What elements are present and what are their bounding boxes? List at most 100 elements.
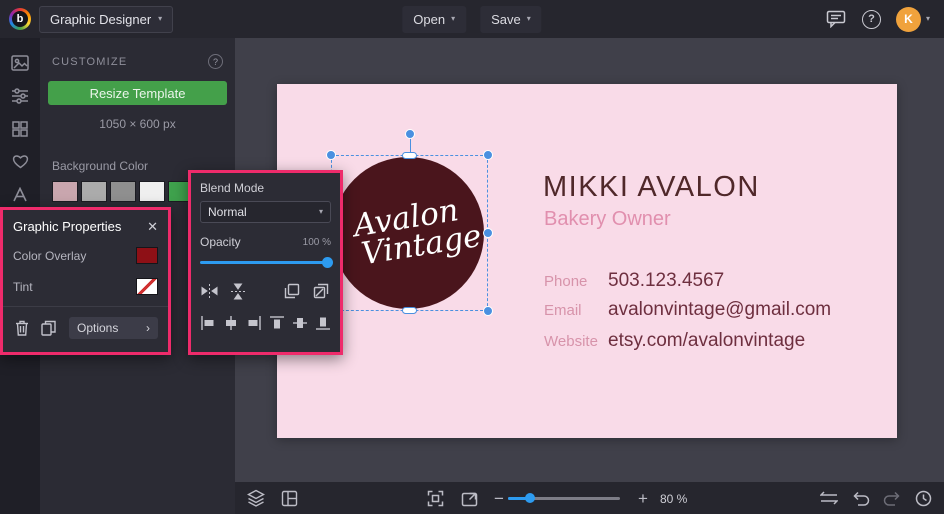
rail-item-templates[interactable] xyxy=(0,112,40,145)
color-overlay-label: Color Overlay xyxy=(13,248,87,263)
zoom-level-label: 80 % xyxy=(660,492,688,506)
customize-title: CUSTOMIZE xyxy=(52,55,128,68)
transform-icon-row xyxy=(200,282,331,300)
align-middle-vertical-icon[interactable] xyxy=(292,314,308,332)
zoom-slider[interactable] xyxy=(508,493,620,503)
options-label: Options xyxy=(77,321,119,335)
account-menu[interactable]: K ▾ xyxy=(895,6,930,32)
fullscreen-preview-icon[interactable] xyxy=(460,489,478,507)
card-role-text[interactable]: Bakery Owner xyxy=(544,208,671,231)
chevron-down-icon: ▾ xyxy=(158,14,163,23)
compare-swap-icon[interactable] xyxy=(820,489,838,507)
business-card-artboard[interactable]: Avalon Vintage MIKKI AVALON Bakery Owner… xyxy=(277,84,897,438)
delete-icon[interactable] xyxy=(13,319,31,337)
slider-thumb[interactable] xyxy=(525,493,535,503)
color-swatch[interactable] xyxy=(139,181,165,202)
blend-mode-label: Blend Mode xyxy=(200,181,265,195)
contact-label: Website xyxy=(544,333,598,350)
canvas-grid-icon[interactable] xyxy=(280,489,298,507)
align-icon-row xyxy=(200,314,331,332)
align-left-icon[interactable] xyxy=(200,314,216,332)
resize-handle-bottom-right[interactable] xyxy=(483,306,493,316)
close-icon[interactable]: ✕ xyxy=(147,220,158,233)
color-swatch[interactable] xyxy=(81,181,107,202)
align-bottom-icon[interactable] xyxy=(315,314,331,332)
topbar-center: Open ▾ Save ▾ xyxy=(402,0,542,38)
send-backward-icon[interactable] xyxy=(312,282,330,300)
resize-handle-top-right[interactable] xyxy=(483,150,493,160)
opacity-slider[interactable] xyxy=(200,257,333,268)
contact-value: 503.123.4567 xyxy=(608,270,725,291)
opacity-value: 100 % xyxy=(302,236,331,248)
graphic-properties-header: Graphic Properties ✕ xyxy=(3,210,168,240)
topbar-left: b Graphic Designer ▾ xyxy=(0,5,174,33)
app-window: b Graphic Designer ▾ Open ▾ Save ▾ ? K ▾… xyxy=(0,0,944,514)
align-top-icon[interactable] xyxy=(269,314,285,332)
help-icon[interactable]: ? xyxy=(861,9,881,29)
chevron-down-icon: ▾ xyxy=(451,14,456,23)
graphic-properties-panel: Graphic Properties ✕ Color Overlay Tint xyxy=(0,207,171,355)
save-button[interactable]: Save ▾ xyxy=(480,5,542,33)
chevron-down-icon: ▾ xyxy=(526,14,531,23)
resize-handle-bottom-center[interactable] xyxy=(401,307,417,314)
fit-to-screen-icon[interactable] xyxy=(426,489,444,507)
open-button[interactable]: Open ▾ xyxy=(402,5,467,33)
resize-handle-top-left[interactable] xyxy=(326,150,336,160)
zoom-out-button[interactable]: − xyxy=(490,489,508,507)
feedback-chat-icon[interactable] xyxy=(825,8,847,30)
divider xyxy=(3,306,168,307)
opacity-row: Opacity 100 % xyxy=(200,235,331,249)
color-swatch[interactable] xyxy=(110,181,136,202)
flip-vertical-icon[interactable] xyxy=(229,282,247,300)
brand-letter: b xyxy=(12,11,28,27)
zoom-in-button[interactable]: + xyxy=(634,489,652,507)
layers-icon[interactable] xyxy=(247,489,265,507)
topbar-right: ? K ▾ xyxy=(825,6,944,32)
flip-horizontal-icon[interactable] xyxy=(200,282,218,300)
contact-value: etsy.com/avalonvintage xyxy=(608,330,806,351)
undo-icon[interactable] xyxy=(852,489,870,507)
customize-header: CUSTOMIZE ? xyxy=(40,38,235,79)
blend-mode-select[interactable]: Normal ▾ xyxy=(200,201,331,223)
history-icon[interactable] xyxy=(914,489,932,507)
resize-handle-top-center[interactable] xyxy=(401,152,417,159)
color-swatch[interactable] xyxy=(52,181,78,202)
resize-handle-middle-right[interactable] xyxy=(483,228,493,238)
rail-item-favorites[interactable] xyxy=(0,145,40,178)
chevron-down-icon: ▾ xyxy=(925,14,930,23)
blend-panel-body: Blend Mode Normal ▾ Opacity 100 % xyxy=(191,173,340,340)
rotation-line xyxy=(409,138,411,152)
app-switcher-button[interactable]: Graphic Designer ▾ xyxy=(39,5,174,33)
rotate-handle[interactable] xyxy=(404,129,415,139)
tint-swatch[interactable] xyxy=(136,278,158,295)
align-center-horizontal-icon[interactable] xyxy=(223,314,239,332)
resize-template-button[interactable]: Resize Template xyxy=(48,81,227,105)
slider-thumb[interactable] xyxy=(322,257,333,268)
canvas-size-label: 1050 × 600 px xyxy=(99,117,176,131)
bottom-toolbar: − + 80 % xyxy=(235,482,944,514)
brand-logo-icon[interactable]: b xyxy=(9,8,31,30)
contact-row-website[interactable]: Website etsy.com/avalonvintage xyxy=(544,330,805,352)
avatar: K xyxy=(895,6,921,32)
tint-label: Tint xyxy=(13,279,33,294)
slider-track xyxy=(200,261,331,264)
contact-row-phone[interactable]: Phone 503.123.4567 xyxy=(544,270,724,292)
blend-mode-value: Normal xyxy=(208,205,247,219)
duplicate-icon[interactable] xyxy=(39,319,57,337)
card-name-text[interactable]: MIKKI AVALON xyxy=(543,171,760,204)
align-right-icon[interactable] xyxy=(246,314,262,332)
bring-forward-icon[interactable] xyxy=(283,282,301,300)
contact-row-email[interactable]: Email avalonvintage@gmail.com xyxy=(544,299,831,321)
redo-icon[interactable] xyxy=(882,489,900,507)
options-button[interactable]: Options › xyxy=(69,317,158,339)
rail-item-image[interactable] xyxy=(0,46,40,79)
app-switcher-label: Graphic Designer xyxy=(50,11,152,27)
contact-value: avalonvintage@gmail.com xyxy=(608,299,832,320)
open-label: Open xyxy=(413,11,446,27)
color-overlay-swatch[interactable] xyxy=(136,247,158,264)
panel-help-icon[interactable]: ? xyxy=(208,54,223,69)
graphic-properties-actions: Options › xyxy=(3,313,168,343)
selection-box[interactable] xyxy=(326,129,493,316)
rail-item-adjust[interactable] xyxy=(0,79,40,112)
contact-label: Email xyxy=(544,302,582,319)
